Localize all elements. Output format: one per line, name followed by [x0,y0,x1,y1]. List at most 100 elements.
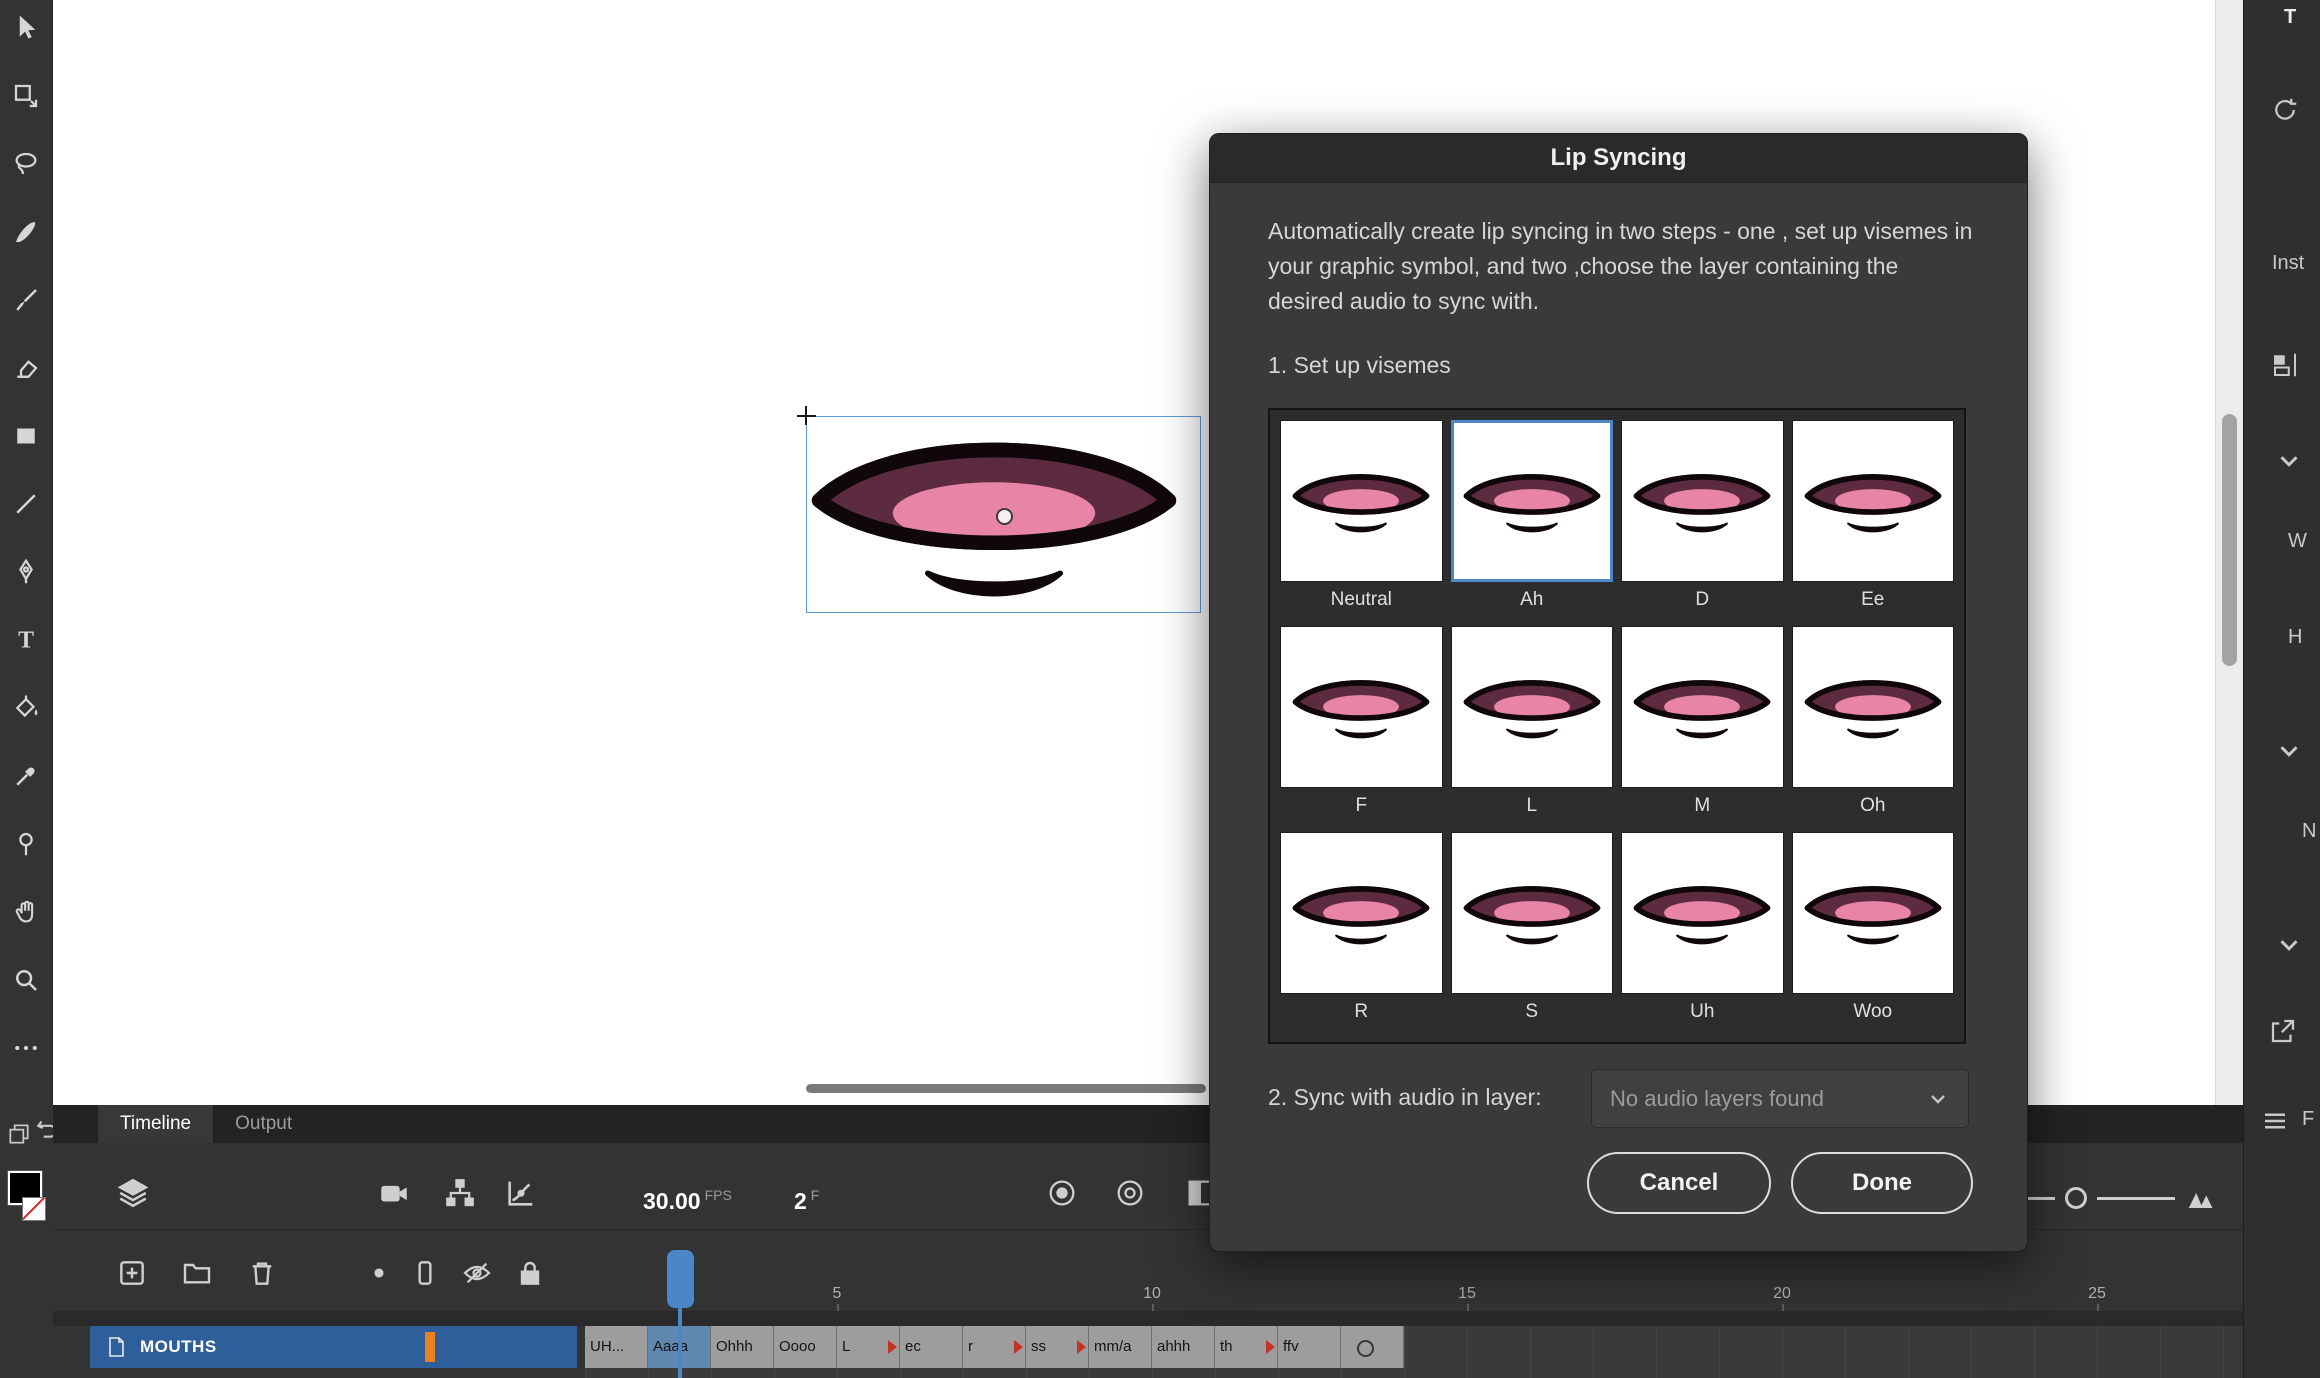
viseme-thumbnail[interactable] [1621,832,1784,994]
rectangle-tool[interactable] [4,414,48,458]
vertical-scrollbar-thumb[interactable] [2222,414,2237,666]
panel-menu-icon[interactable] [2260,1106,2290,1136]
transformation-point[interactable] [996,508,1013,525]
frame-size-track[interactable] [2097,1197,2175,1200]
chevron-down-icon[interactable] [2274,930,2304,960]
swap-symbol-icon[interactable] [2268,1016,2298,1046]
viseme-thumbnail[interactable] [1621,626,1784,788]
frame-8[interactable]: ss [1026,1326,1089,1368]
horizontal-scrollbar[interactable] [806,1084,1206,1093]
paint-bucket-tool[interactable] [4,686,48,730]
viseme-thumbnail[interactable] [1451,832,1614,994]
stroke-color-swatch[interactable] [22,1197,46,1221]
chevron-down-icon[interactable] [2274,736,2304,766]
viseme-oh[interactable]: Oh [1792,626,1955,824]
hand-tool[interactable] [4,890,48,934]
dialog-title: Lip Syncing [1550,144,1686,172]
viseme-thumbnail[interactable] [1792,420,1955,582]
frame-12[interactable]: ffv [1278,1326,1341,1368]
viseme-thumbnail[interactable] [1280,626,1443,788]
viseme-label: Oh [1792,788,1955,824]
fluid-brush-tool[interactable] [4,210,48,254]
viseme-r[interactable]: R [1280,832,1443,1030]
frame-rate[interactable]: 30.00FPS [643,1187,732,1215]
hide-layers-icon[interactable] [461,1257,493,1289]
frame-3[interactable]: Ohhh [711,1326,774,1368]
frame-4[interactable]: Oooo [774,1326,837,1368]
selection-tool[interactable] [4,6,48,50]
graph-editor-icon[interactable] [504,1176,538,1210]
viseme-thumbnail[interactable] [1792,832,1955,994]
playhead-handle[interactable] [667,1250,694,1308]
frame-size-large-icon[interactable] [2185,1183,2215,1213]
onion-skin-outlines-icon[interactable] [1113,1176,1147,1210]
more-tools[interactable] [4,1026,48,1070]
viseme-ah[interactable]: Ah [1451,420,1614,618]
fps-value: 30.00 [643,1188,701,1214]
frame-9[interactable]: mm/a [1089,1326,1152,1368]
viseme-ee[interactable]: Ee [1792,420,1955,618]
tab-timeline[interactable]: Timeline [98,1105,213,1143]
frame-13[interactable] [1341,1326,1404,1368]
viseme-label: L [1451,788,1614,824]
current-frame-indicator[interactable]: 2F [794,1187,819,1215]
layer-mouths[interactable]: MOUTHS [90,1326,577,1368]
insert-keyframe-button[interactable] [363,1257,395,1289]
pen-tool[interactable] [4,550,48,594]
panel-stack-icon[interactable] [6,1121,32,1147]
cancel-button[interactable]: Cancel [1587,1152,1771,1214]
viseme-neutral[interactable]: Neutral [1280,420,1443,618]
frame-7[interactable]: r [963,1326,1026,1368]
frame-5[interactable]: L [837,1326,900,1368]
viseme-thumbnail[interactable] [1451,420,1614,582]
viseme-thumbnail[interactable] [1280,420,1443,582]
frame-flag-icon [1014,1340,1023,1354]
viseme-l[interactable]: L [1451,626,1614,824]
viseme-thumbnail[interactable] [1451,626,1614,788]
rotate-icon[interactable] [2270,95,2300,125]
free-transform-tool[interactable] [4,74,48,118]
insert-blank-keyframe-button[interactable] [409,1257,441,1289]
asset-warp-tool[interactable] [4,822,48,866]
delete-layer-button[interactable] [246,1257,278,1289]
viseme-m[interactable]: M [1621,626,1784,824]
lock-layers-icon[interactable] [514,1257,546,1289]
onion-skin-icon[interactable] [1045,1176,1079,1210]
done-button[interactable]: Done [1791,1152,1973,1214]
eyedropper-tool[interactable] [4,754,48,798]
frame-size-small-icon[interactable] [2025,1197,2055,1200]
viseme-s[interactable]: S [1451,832,1614,1030]
line-tool[interactable] [4,482,48,526]
viseme-woo[interactable]: Woo [1792,832,1955,1030]
align-icon[interactable] [2270,350,2300,380]
viseme-f[interactable]: F [1280,626,1443,824]
viseme-thumbnail[interactable] [1280,832,1443,994]
viseme-thumbnail[interactable] [1792,626,1955,788]
chevron-down-icon[interactable] [2274,446,2304,476]
frame-size-slider[interactable] [2065,1187,2087,1209]
audio-layer-dropdown[interactable]: No audio layers found [1591,1069,1969,1128]
dialog-titlebar[interactable]: Lip Syncing [1210,134,2027,183]
viseme-uh[interactable]: Uh [1621,832,1784,1030]
new-folder-button[interactable] [181,1257,213,1289]
text-tool[interactable]: T [4,618,48,662]
zoom-tool[interactable] [4,958,48,1002]
camera-icon[interactable] [377,1176,411,1210]
show-layers-icon[interactable] [116,1176,150,1210]
frame-11[interactable]: th [1215,1326,1278,1368]
frame-6[interactable]: ec [900,1326,963,1368]
frame-1[interactable]: UH... [585,1326,648,1368]
frame-10[interactable]: ahhh [1152,1326,1215,1368]
vertical-scrollbar[interactable] [2215,0,2244,1105]
text-icon: T [11,625,41,655]
new-layer-button[interactable] [116,1257,148,1289]
lasso-tool[interactable] [4,142,48,186]
frame-flag-icon [1266,1340,1275,1354]
eraser-tool[interactable] [4,346,48,390]
classic-brush-tool[interactable] [4,278,48,322]
layer-parenting-icon[interactable] [443,1176,477,1210]
empty-keyframe-icon [1357,1340,1374,1357]
viseme-thumbnail[interactable] [1621,420,1784,582]
tab-output[interactable]: Output [213,1105,314,1143]
viseme-d[interactable]: D [1621,420,1784,618]
